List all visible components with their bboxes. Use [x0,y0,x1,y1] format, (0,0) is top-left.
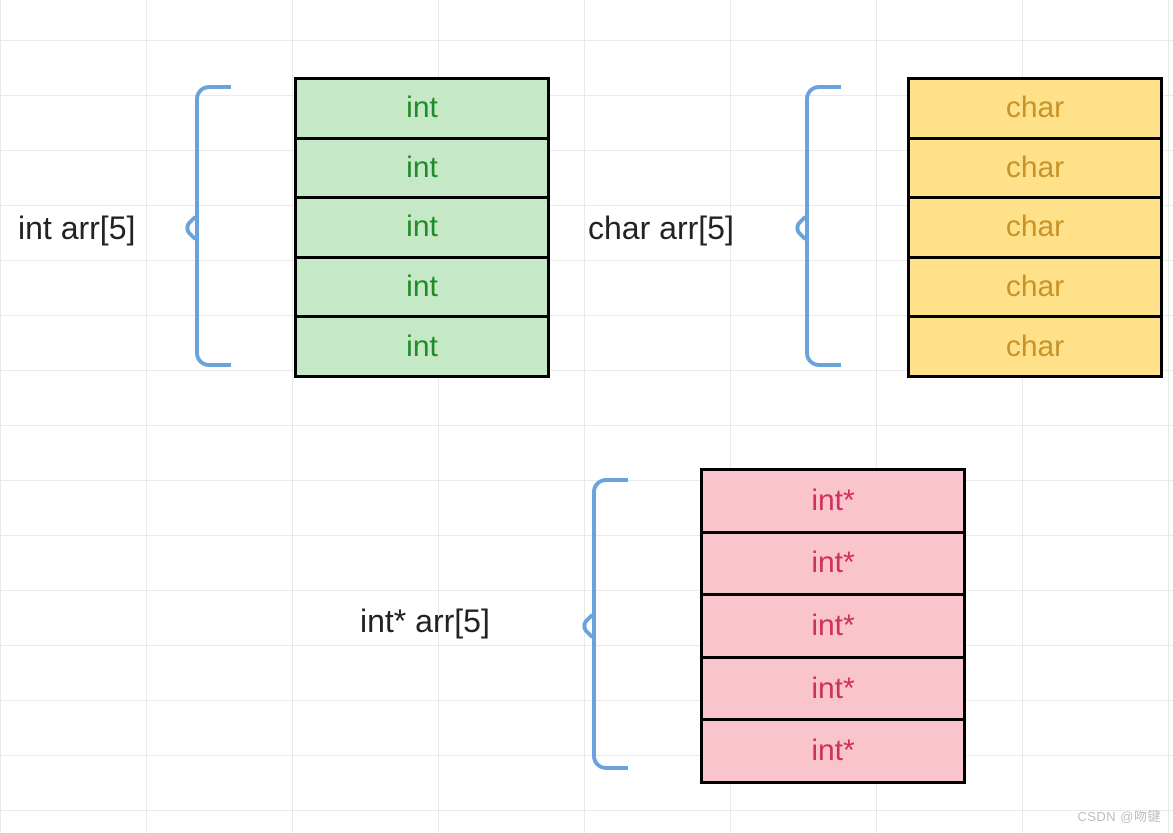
array-intptr-cell: int* [703,471,963,534]
label-intptr-arr: int* arr[5] [360,603,490,640]
array-int-cell: int [297,199,547,259]
array-intptr: int* int* int* int* int* [700,468,966,784]
array-char-cell: char [910,199,1160,259]
array-int-cell: int [297,259,547,319]
array-char-cell: char [910,318,1160,375]
array-char-cell: char [910,140,1160,200]
array-intptr-cell: int* [703,721,963,781]
brace-intptr [592,478,628,770]
array-char: char char char char char [907,77,1163,378]
array-char-cell: char [910,259,1160,319]
array-char-cell: char [910,80,1160,140]
array-intptr-cell: int* [703,534,963,597]
label-int-arr: int arr[5] [18,210,135,247]
array-int-cell: int [297,80,547,140]
array-intptr-cell: int* [703,659,963,722]
label-char-arr: char arr[5] [588,210,734,247]
array-intptr-cell: int* [703,596,963,659]
array-int-cell: int [297,140,547,200]
brace-char [805,85,841,367]
watermark: CSDN @吻键 [1077,806,1161,825]
brace-int [195,85,231,367]
array-int-cell: int [297,318,547,375]
array-int: int int int int int [294,77,550,378]
